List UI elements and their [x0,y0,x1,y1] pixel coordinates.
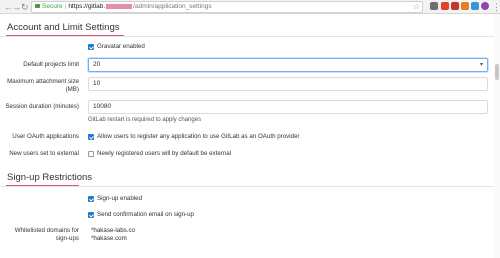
extension-icon[interactable] [441,2,449,10]
gravatar-label: Gravatar enabled [97,43,145,50]
default-projects-limit-label: Default projects limit [23,61,79,68]
reload-icon[interactable]: ↻ [21,1,29,13]
lock-icon [35,4,40,8]
extension-icon[interactable] [481,2,489,10]
max-attachment-size-label-line1: Maximum attachment size [7,78,79,85]
extension-icon[interactable] [451,2,459,10]
new-users-external-option: Newly registered users will by default b… [97,150,232,157]
whitelisted-domains-label-line2: sign-ups [55,235,79,242]
signup-enabled-checkbox[interactable] [88,196,94,202]
section-divider [0,186,500,187]
max-attachment-size-label-line2: (MB) [65,86,79,93]
extension-icon[interactable] [461,2,469,10]
secure-label: Secure [42,3,63,10]
menu-icon[interactable]: ⋮ [492,1,500,13]
default-projects-limit-value: 20 [93,61,101,68]
redacted-domain [106,3,133,9]
section-divider [0,36,500,37]
gravatar-checkbox[interactable] [88,44,94,50]
section-title-signup: Sign-up Restrictions [7,172,93,183]
max-attachment-size-input[interactable]: 10 [88,77,488,91]
section-title-account: Account and Limit Settings [7,22,120,33]
forward-icon[interactable]: → [12,1,21,13]
extension-icon[interactable] [430,2,438,10]
max-attachment-size-value: 10 [93,80,101,87]
new-users-external-label: New users set to external [9,150,79,157]
bookmark-star-icon[interactable]: ☆ [413,2,420,12]
scrollbar-thumb[interactable] [495,64,499,80]
session-duration-value: 10080 [93,103,112,110]
url-path: /admin/application_settings [133,3,212,10]
session-duration-help: GitLab restart is required to apply chan… [88,117,202,123]
user-oauth-checkbox[interactable] [88,134,94,140]
confirmation-email-label: Send confirmation email on sign-up [97,211,194,218]
whitelisted-domain-entry: *hakase.com [91,235,127,242]
url-separator: | [64,3,67,10]
whitelisted-domains-textarea[interactable]: *hakase-labs.co *hakase.com [88,224,488,258]
user-oauth-option: Allow users to register any application … [97,133,300,140]
browser-toolbar: ← → ↻ Secure | https://gitlab./admin/appli… [0,0,500,14]
address-bar[interactable]: Secure | https://gitlab. /admin/application… [31,1,423,13]
signup-enabled-label: Sign-up enabled [97,195,143,202]
new-users-external-checkbox[interactable] [88,151,94,157]
user-oauth-label: User OAuth applications [12,133,79,140]
confirmation-email-checkbox[interactable] [88,212,94,218]
whitelisted-domains-label-line1: Whitelisted domains for [14,227,79,234]
url-host: https://gitlab. [68,3,106,10]
default-projects-limit-select[interactable]: 20 ▾ [88,58,488,72]
scrollbar-track[interactable] [494,14,500,258]
chevron-updown-icon: ▾ [479,62,483,68]
extension-icon[interactable] [471,2,479,10]
session-duration-input[interactable]: 10080 [88,100,488,114]
session-duration-label: Session duration (minutes) [5,103,79,110]
whitelisted-domain-entry: *hakase-labs.co [91,227,136,234]
